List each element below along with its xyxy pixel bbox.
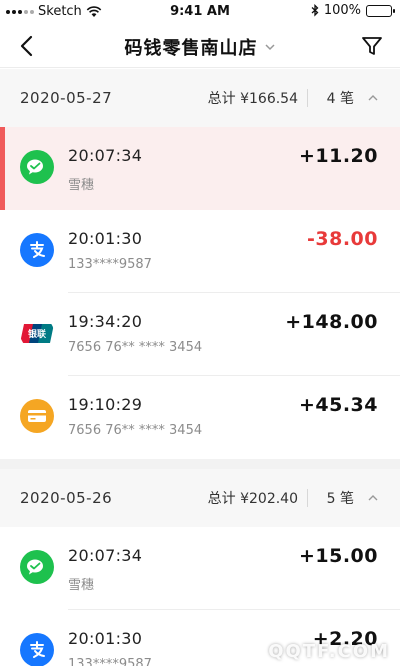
transaction-amount: +15.00 [298, 545, 378, 567]
transaction-amount: +148.00 [285, 311, 378, 333]
transaction-time: 20:01:30 [68, 229, 143, 248]
transaction-row[interactable]: 20:07:34 雪穗 +15.00 [0, 527, 400, 610]
battery-icon [366, 4, 395, 17]
group-date: 2020-05-27 [20, 89, 113, 107]
wechat-pay-icon [20, 550, 54, 584]
wechat-pay-icon [20, 150, 54, 184]
date-group-header[interactable]: 2020-05-27 总计 ¥166.54 4 笔 [0, 69, 400, 127]
transaction-amount: +11.20 [298, 145, 378, 167]
nav-bar: 码钱零售南山店 [0, 24, 400, 68]
group-count: 5 笔 [326, 491, 354, 507]
transaction-card-number: 7656 76** **** 3454 [68, 423, 203, 438]
transaction-time: 19:10:29 [68, 395, 143, 414]
unionpay-icon: 银联 [20, 316, 54, 350]
transaction-card-number: 7656 76** **** 3454 [68, 340, 203, 355]
watermark: QQTF.COM [268, 641, 390, 662]
unionpay-logo-text: 银联 [28, 328, 47, 340]
filter-button[interactable] [360, 34, 384, 58]
transaction-row[interactable]: 20:07:34 雪穗 +11.20 [0, 127, 400, 210]
section-gap [0, 459, 400, 469]
transaction-time: 20:07:34 [68, 146, 143, 165]
transaction-amount: -38.00 [307, 228, 378, 250]
date-group-header[interactable]: 2020-05-26 总计 ¥202.40 5 笔 [0, 469, 400, 527]
transaction-amount: +45.34 [298, 394, 378, 416]
transaction-time: 20:01:30 [68, 629, 143, 648]
transaction-row[interactable]: 20:01:30 133****9587 -38.00 [0, 210, 400, 293]
store-selector[interactable]: 码钱零售南山店 [0, 34, 400, 60]
alipay-icon [20, 233, 54, 267]
battery-percent: 100% [323, 3, 361, 18]
group-total: 总计 ¥166.54 [207, 91, 298, 107]
group-total: 总计 ¥202.40 [207, 491, 298, 507]
status-right: 100% [311, 3, 395, 18]
page-title: 码钱零售南山店 [124, 38, 258, 59]
chevron-down-icon [264, 44, 275, 51]
transaction-payer: 133****9587 [68, 257, 152, 272]
bank-card-icon [20, 399, 54, 433]
group-count: 4 笔 [326, 91, 354, 107]
transaction-row[interactable]: 19:10:29 7656 76** **** 3454 +45.34 [0, 376, 400, 459]
transaction-time: 20:07:34 [68, 546, 143, 565]
status-bar: Sketch 9:41 AM 100% [0, 0, 400, 24]
transaction-row[interactable]: 银联 19:34:20 7656 76** **** 3454 +148.00 [0, 293, 400, 376]
alipay-icon [20, 633, 54, 666]
transaction-time: 19:34:20 [68, 312, 143, 331]
transaction-payer: 雪穗 [68, 578, 95, 593]
group-date: 2020-05-26 [20, 489, 113, 507]
divider [307, 89, 308, 107]
chevron-up-icon[interactable] [366, 491, 380, 505]
divider [307, 489, 308, 507]
bluetooth-icon [311, 4, 319, 17]
chevron-up-icon[interactable] [366, 91, 380, 105]
transaction-payer: 雪穗 [68, 178, 95, 193]
transaction-payer: 133****9587 [68, 657, 152, 666]
